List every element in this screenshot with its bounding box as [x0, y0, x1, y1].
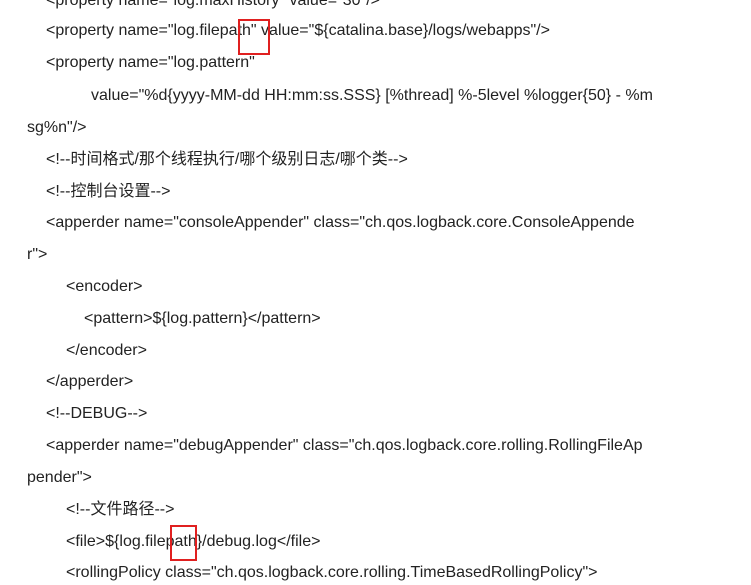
code-comment-debug: <!--DEBUG--> — [46, 405, 148, 422]
code-comment-file-path: <!--文件路径--> — [66, 501, 175, 518]
code-comment-format: <!--时间格式/那个线程执行/哪个级别日志/哪个类--> — [46, 151, 408, 168]
code-line-console-appender-wrap: r"> — [27, 246, 48, 263]
code-line-debug-appender: <apperder name="debugAppender" class="ch… — [46, 437, 643, 454]
code-line-file: <file>${log.filepath}/debug.log</file> — [66, 533, 321, 550]
code-line-encoder-open: <encoder> — [66, 278, 143, 295]
code-line-pattern: <pattern>${log.pattern}</pattern> — [84, 310, 321, 327]
code-line-debug-appender-wrap: pender"> — [27, 469, 92, 486]
code-line-appender-close: </apperder> — [46, 373, 134, 390]
code-comment-console: <!--控制台设置--> — [46, 183, 171, 200]
code-line-encoder-close: </encoder> — [66, 342, 147, 359]
code-line-log-filepath: <property name="log.filepath" value="${c… — [46, 22, 550, 39]
code-snippet: <property name="log.maxHistory" value="3… — [0, 0, 751, 585]
code-line-max-history: <property name="log.maxHistory" value="3… — [46, 0, 380, 9]
code-line-pattern-value-wrap: sg%n"/> — [27, 119, 87, 136]
code-line-pattern-value: value="%d{yyyy-MM-dd HH:mm:ss.SSS} [%thr… — [91, 87, 653, 104]
code-line-console-appender: <apperder name="consoleAppender" class="… — [46, 214, 635, 231]
code-line-rolling-policy: <rollingPolicy class="ch.qos.logback.cor… — [66, 564, 598, 581]
code-line-log-pattern: <property name="log.pattern" — [46, 54, 255, 71]
